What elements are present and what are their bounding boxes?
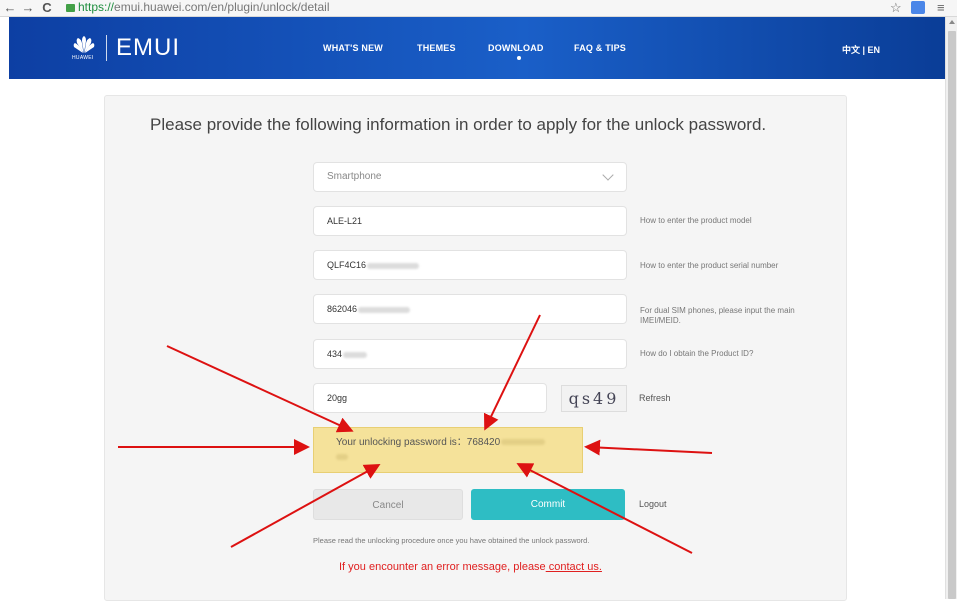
nav-download[interactable]: DOWNLOAD <box>488 43 544 53</box>
language-switcher[interactable]: 中文 | EN <box>842 43 880 56</box>
product-id-hint-link[interactable]: How do I obtain the Product ID? <box>640 349 830 359</box>
serial-number-value: QLF4C16 <box>327 260 367 270</box>
cancel-button[interactable]: Cancel <box>313 489 463 520</box>
scroll-up-arrow-icon[interactable] <box>949 20 955 24</box>
page-scrollbar[interactable] <box>945 17 957 599</box>
lock-icon <box>66 4 75 12</box>
error-message-text: If you encounter an error message, pleas… <box>339 561 546 573</box>
refresh-captcha-link[interactable]: Refresh <box>639 393 671 403</box>
serial-number-hint-link[interactable]: How to enter the product serial number <box>640 261 830 271</box>
scroll-thumb[interactable] <box>948 31 956 599</box>
captcha-value: 20gg <box>327 393 348 403</box>
captcha-input[interactable]: 20gg <box>313 383 547 413</box>
page-title: Please provide the following information… <box>150 115 767 134</box>
redacted-blur <box>343 351 368 358</box>
device-type-select[interactable]: Smartphone <box>313 162 627 192</box>
bookmark-star-icon[interactable]: ☆ <box>890 0 902 16</box>
contact-us-link[interactable]: contact us. <box>546 561 602 573</box>
redacted-blur <box>501 439 546 446</box>
commit-button[interactable]: Commit <box>471 489 625 520</box>
address-bar[interactable]: https://emui.huawei.com/en/plugin/unlock… <box>66 0 330 15</box>
product-id-value: 434 <box>327 349 343 359</box>
error-message-note: If you encounter an error message, pleas… <box>339 561 602 573</box>
unlock-password-text: Your unlocking password is：768420 <box>336 437 501 448</box>
nav-faq-tips[interactable]: FAQ & TIPS <box>574 43 626 53</box>
huawei-wordmark: HUAWEI <box>72 55 94 61</box>
product-model-hint-link[interactable]: How to enter the product model <box>640 216 830 226</box>
imei-hint: For dual SIM phones, please input the ma… <box>640 306 795 325</box>
unlock-procedure-note: Please read the unlocking procedure once… <box>313 536 590 545</box>
nav-whats-new[interactable]: WHAT'S NEW <box>323 43 383 53</box>
browser-menu-icon[interactable]: ≡ <box>937 0 945 16</box>
imei-value: 862046 <box>327 304 358 314</box>
product-model-input[interactable]: ALE-L21 <box>313 206 627 236</box>
url-scheme: https:// <box>78 0 115 14</box>
product-id-input[interactable]: 434 <box>313 339 627 369</box>
serial-number-input[interactable]: QLF4C16 <box>313 250 627 280</box>
back-icon[interactable]: ← <box>3 0 17 16</box>
captcha-image-text: qs49 <box>568 389 620 408</box>
forward-icon[interactable]: → <box>21 0 35 16</box>
product-model-value: ALE-L21 <box>327 216 363 226</box>
chevron-down-icon <box>602 169 614 181</box>
device-type-value: Smartphone <box>327 171 382 182</box>
url-path: emui.huawei.com/en/plugin/unlock/detail <box>114 0 330 14</box>
nav-themes[interactable]: THEMES <box>417 43 456 53</box>
extension-icon[interactable] <box>911 1 925 14</box>
active-nav-indicator <box>517 56 521 60</box>
reload-icon[interactable]: C <box>40 0 54 16</box>
browser-toolbar: ← → C https://emui.huawei.com/en/plugin/… <box>0 0 957 17</box>
huawei-logo-icon[interactable] <box>73 35 95 55</box>
imei-input[interactable]: 862046 <box>313 294 627 324</box>
site-header: HUAWEI EMUI WHAT'S NEW THEMES DOWNLOAD F… <box>9 17 945 79</box>
redacted-blur <box>367 262 420 269</box>
redacted-blur <box>358 306 411 313</box>
logout-link[interactable]: Logout <box>639 499 667 509</box>
unlock-password-result: Your unlocking password is：768420 <box>313 427 583 473</box>
redacted-blur <box>336 454 348 460</box>
logo-divider <box>106 35 107 61</box>
captcha-image: qs49 <box>561 385 627 412</box>
emui-logo-text[interactable]: EMUI <box>116 34 180 62</box>
